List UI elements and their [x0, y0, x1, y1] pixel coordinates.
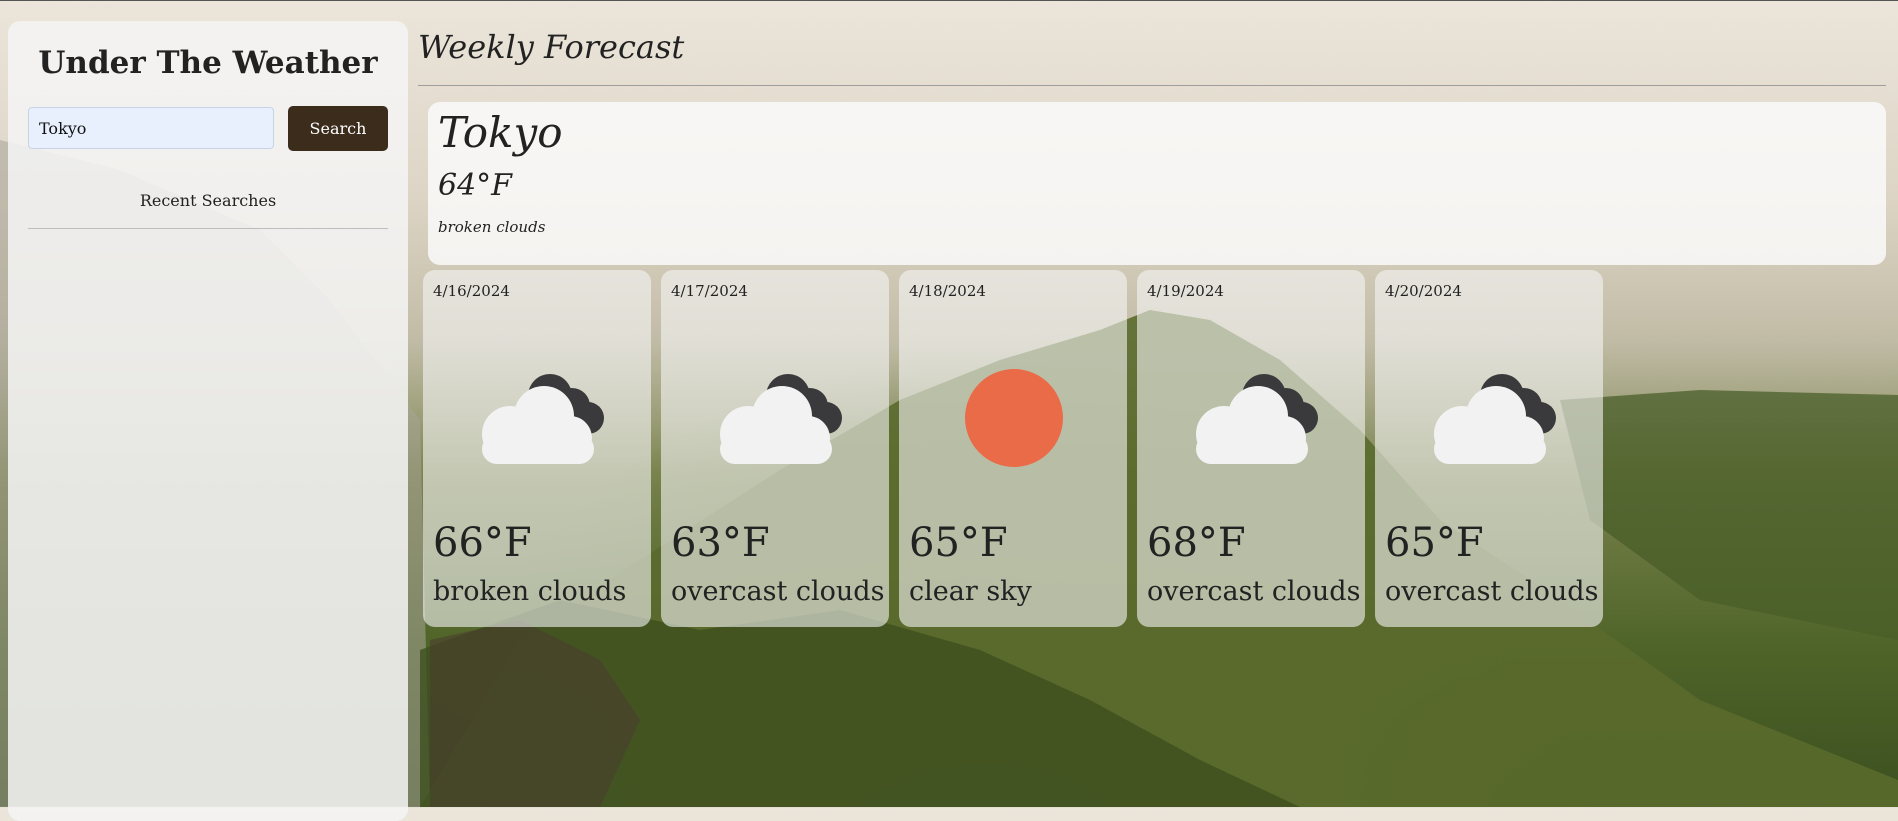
current-temperature: 64°F [438, 168, 512, 203]
forecast-card: 4/16/2024 66°F broken clouds [423, 270, 651, 627]
cloud-icon [1196, 374, 1318, 464]
recent-searches-title: Recent Searches [139, 191, 277, 210]
forecast-description: clear sky [909, 576, 1032, 607]
cloud-icon [1434, 374, 1556, 464]
city-search-input[interactable] [28, 107, 274, 149]
sun-icon [965, 369, 1063, 467]
forecast-description: overcast clouds [1385, 576, 1599, 607]
cloud-icon [720, 374, 842, 464]
cloud-icon [482, 374, 604, 464]
current-description: broken clouds [438, 218, 546, 236]
app-title: Under The Weather [38, 45, 378, 81]
forecast-card: 4/19/2024 68°F overcast clouds [1137, 270, 1365, 627]
forecast-card: 4/20/2024 65°F overcast clouds [1375, 270, 1603, 627]
forecast-description: overcast clouds [671, 576, 885, 607]
window-top-border [0, 0, 1898, 1]
heading-divider [418, 85, 1886, 86]
search-button[interactable]: Search [288, 106, 388, 151]
forecast-card: 4/17/2024 63°F overcast clouds [661, 270, 889, 627]
current-weather-card: Tokyo 64°F broken clouds [428, 102, 1886, 265]
forecast-date: 4/16/2024 [433, 282, 510, 300]
forecast-temperature: 63°F [671, 520, 770, 566]
sidebar: Under The Weather Search Recent Searches [8, 21, 408, 821]
weekly-forecast-heading: Weekly Forecast [418, 28, 685, 66]
forecast-date: 4/17/2024 [671, 282, 748, 300]
forecast-temperature: 68°F [1147, 520, 1246, 566]
forecast-date: 4/18/2024 [909, 282, 986, 300]
forecast-description: broken clouds [433, 576, 627, 607]
forecast-temperature: 65°F [909, 520, 1008, 566]
recent-searches-divider [28, 228, 388, 229]
forecast-date: 4/19/2024 [1147, 282, 1224, 300]
forecast-card: 4/18/2024 65°F clear sky [899, 270, 1127, 627]
forecast-date: 4/20/2024 [1385, 282, 1462, 300]
forecast-temperature: 65°F [1385, 520, 1484, 566]
forecast-description: overcast clouds [1147, 576, 1361, 607]
current-city: Tokyo [438, 108, 563, 157]
forecast-temperature: 66°F [433, 520, 532, 566]
